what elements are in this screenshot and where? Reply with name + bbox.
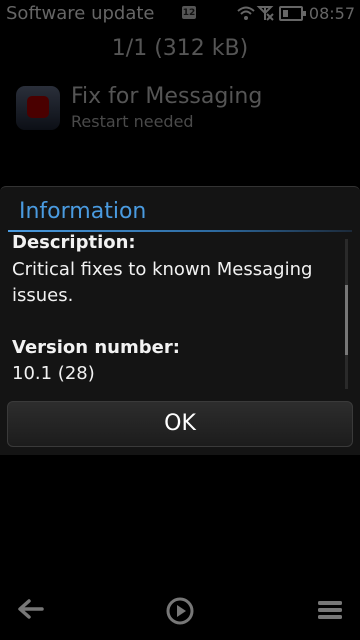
dialog-title: Information [19,199,147,224]
version-label: Version number: [12,337,180,358]
battery-icon [279,6,306,21]
wifi-icon [237,6,255,20]
description-text-line2: issues. [12,285,74,306]
update-item-subtitle: Restart needed [71,112,194,131]
status-app-title: Software update [6,3,155,24]
calendar-icon: 12 [182,6,196,19]
bottom-toolbar [0,588,360,640]
version-value: 10.1 (28) [12,363,95,384]
ok-button[interactable]: OK [7,401,353,447]
update-counter: 1/1 (312 kB) [111,36,249,61]
information-dialog: Information Description: Critical fixes … [0,186,360,455]
description-label: Description: [12,232,136,253]
update-item-title: Fix for Messaging [71,84,263,109]
play-icon[interactable] [166,597,194,625]
update-list-item[interactable]: Fix for Messaging Restart needed [14,82,354,138]
options-menu-icon[interactable] [317,600,343,620]
dialog-scrollbar-thumb[interactable] [345,285,348,355]
description-text-line1: Critical fixes to known Messaging [12,259,313,280]
signal-off-icon [256,6,274,21]
messaging-app-icon [16,86,60,130]
clock-time: 08:57 [308,4,355,23]
back-arrow-icon[interactable] [16,598,44,620]
status-bar: Software update 12 08:57 [0,0,360,28]
